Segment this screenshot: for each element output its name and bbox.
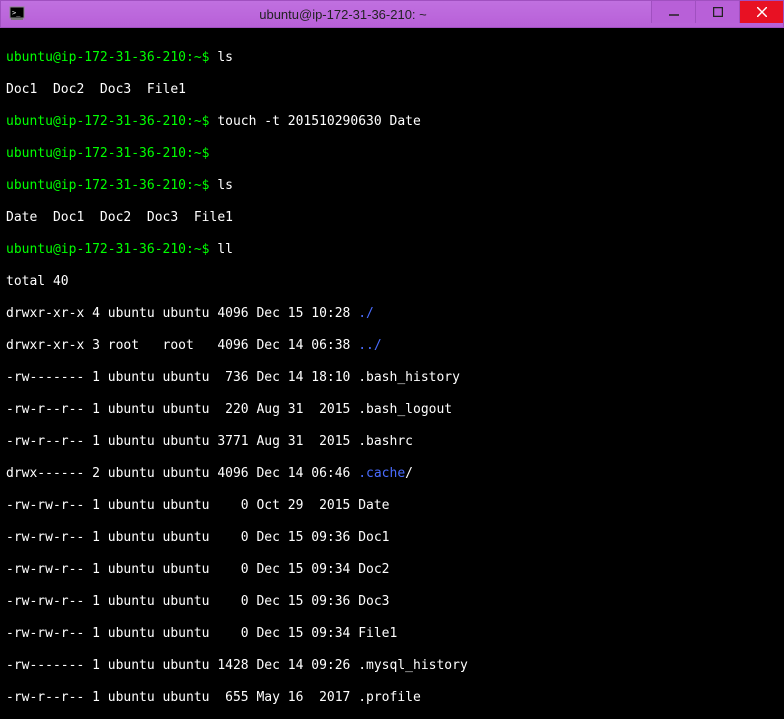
- close-button[interactable]: [739, 1, 783, 23]
- terminal-line: -rw------- 1 ubuntu ubuntu 736 Dec 14 18…: [6, 370, 778, 386]
- app-icon: >_: [5, 2, 29, 26]
- terminal-line: ubuntu@ip-172-31-36-210:~$ ls: [6, 50, 778, 66]
- terminal-line: drwxr-xr-x 3 root root 4096 Dec 14 06:38…: [6, 338, 778, 354]
- svg-text:>_: >_: [12, 9, 21, 17]
- terminal-line: ubuntu@ip-172-31-36-210:~$: [6, 146, 778, 162]
- terminal-line: -rw-r--r-- 1 ubuntu ubuntu 3771 Aug 31 2…: [6, 434, 778, 450]
- window-title: ubuntu@ip-172-31-36-210: ~: [35, 7, 651, 22]
- terminal-line: -rw-rw-r-- 1 ubuntu ubuntu 0 Dec 15 09:3…: [6, 594, 778, 610]
- terminal-line: ubuntu@ip-172-31-36-210:~$ ll: [6, 242, 778, 258]
- maximize-button[interactable]: [695, 1, 739, 23]
- terminal-line: -rw-r--r-- 1 ubuntu ubuntu 655 May 16 20…: [6, 690, 778, 706]
- window-titlebar: >_ ubuntu@ip-172-31-36-210: ~: [0, 0, 784, 28]
- terminal-line: -rw-rw-r-- 1 ubuntu ubuntu 0 Dec 15 09:3…: [6, 530, 778, 546]
- terminal-line: drwx------ 2 ubuntu ubuntu 4096 Dec 14 0…: [6, 466, 778, 482]
- terminal-line: -rw-rw-r-- 1 ubuntu ubuntu 0 Oct 29 2015…: [6, 498, 778, 514]
- terminal-line: -rw------- 1 ubuntu ubuntu 1428 Dec 14 0…: [6, 658, 778, 674]
- terminal-line: -rw-rw-r-- 1 ubuntu ubuntu 0 Dec 15 09:3…: [6, 626, 778, 642]
- terminal-line: drwxr-xr-x 4 ubuntu ubuntu 4096 Dec 15 1…: [6, 306, 778, 322]
- terminal-line: Doc1 Doc2 Doc3 File1: [6, 82, 778, 98]
- terminal-area[interactable]: ubuntu@ip-172-31-36-210:~$ ls Doc1 Doc2 …: [0, 28, 784, 719]
- terminal-line: total 40: [6, 274, 778, 290]
- window-controls: [651, 1, 783, 27]
- terminal-line: ubuntu@ip-172-31-36-210:~$ touch -t 2015…: [6, 114, 778, 130]
- minimize-button[interactable]: [651, 1, 695, 23]
- terminal-line: ubuntu@ip-172-31-36-210:~$ ls: [6, 178, 778, 194]
- terminal-line: -rw-r--r-- 1 ubuntu ubuntu 220 Aug 31 20…: [6, 402, 778, 418]
- terminal-line: -rw-rw-r-- 1 ubuntu ubuntu 0 Dec 15 09:3…: [6, 562, 778, 578]
- terminal-line: Date Doc1 Doc2 Doc3 File1: [6, 210, 778, 226]
